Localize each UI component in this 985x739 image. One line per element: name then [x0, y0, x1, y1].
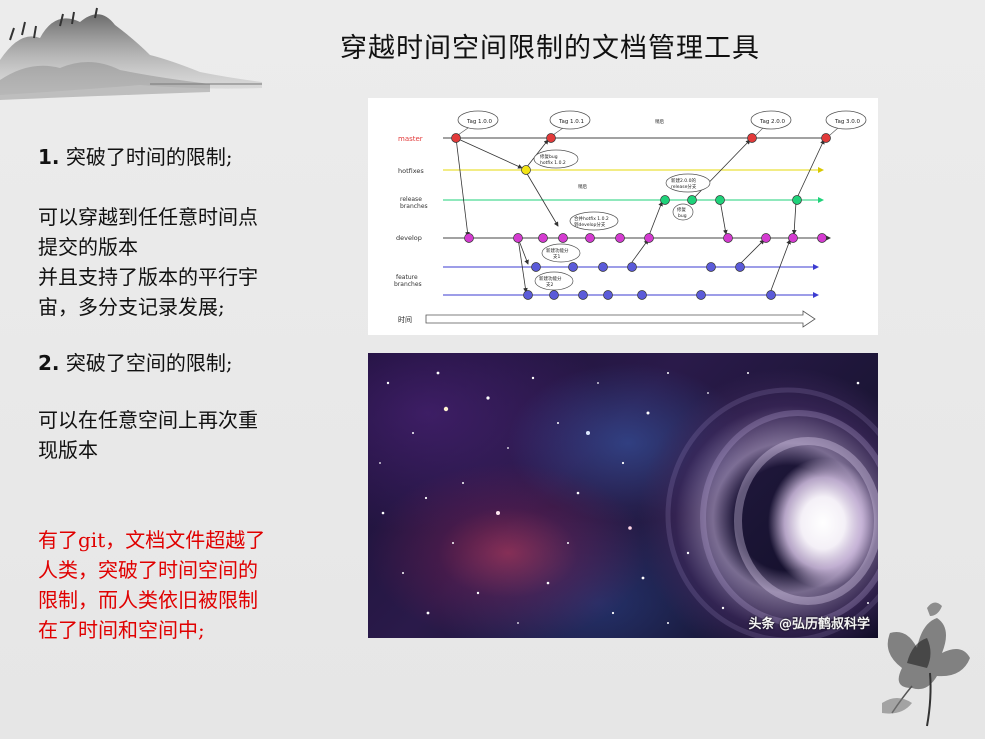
- branch-label-hotfixes: hotfixes: [398, 167, 424, 175]
- branch-label-feature: feature branches: [394, 274, 422, 288]
- ink-landscape-decoration: [0, 7, 262, 100]
- point1-line: 可以穿越到任任意时间点: [38, 205, 258, 229]
- git-flow-diagram: master hotfixes release branches develop …: [368, 98, 878, 335]
- point2-line: 现版本: [38, 438, 98, 462]
- point1-line: 宙，多分支记录发展;: [38, 295, 225, 319]
- image-watermark: 头条 @弘历鹤叔科学: [748, 617, 870, 632]
- note-bubbles: 修复bug hotfix 1.0.2 合并hotfix 1.0.2 到develop…: [533, 118, 711, 291]
- note-later: 稍后: [578, 183, 587, 190]
- slide: 穿越时间空间限制的文档管理工具 1. 突破了时间的限制; 可以穿越到任任意时间点…: [0, 0, 985, 739]
- red-note-line: 人类，突破了时间空间的: [38, 558, 258, 582]
- note-fix-bug: 修复 bug: [677, 206, 687, 219]
- point2-line: 可以在任意空间上再次重: [38, 408, 258, 432]
- branch-label-develop: develop: [396, 234, 422, 242]
- commit-nodes: [451, 133, 831, 300]
- git-flow-svg: master hotfixes release branches develop …: [394, 110, 867, 328]
- point2-heading: 2. 突破了空间的限制;: [38, 348, 328, 378]
- wormhole-rings: [665, 387, 878, 638]
- branch-label-master: master: [398, 135, 423, 143]
- point1-heading-text: 突破了时间的限制;: [59, 145, 233, 169]
- point1-body: 可以穿越到任任意时间点 提交的版本 并且支持了版本的平行宇 宙，多分支记录发展;: [38, 202, 328, 322]
- time-arrow: [425, 310, 816, 328]
- branch-label-release: release branches: [400, 196, 428, 210]
- starfield: [379, 371, 878, 638]
- tag-label: Tag 2.0.0: [759, 119, 786, 125]
- red-note-line: 在了时间和空间中;: [38, 618, 205, 642]
- point1-heading: 1. 突破了时间的限制;: [38, 142, 328, 172]
- tag-label: Tag 1.0.0: [466, 119, 493, 125]
- point2-body: 可以在任意空间上再次重 现版本: [38, 405, 328, 465]
- tag-label: Tag 3.0.0: [834, 119, 861, 125]
- wormhole-space-image: 头条 @弘历鹤叔科学: [368, 353, 878, 638]
- flow-connectors: [455, 137, 825, 294]
- page-title: 穿越时间空间限制的文档管理工具: [340, 33, 760, 64]
- red-note-line: 限制，而人类依旧被限制: [38, 588, 258, 612]
- stars: [379, 371, 869, 625]
- time-axis-label: 时间: [398, 315, 412, 324]
- point1-line: 并且支持了版本的平行宇: [38, 265, 258, 289]
- point1-line: 提交的版本: [38, 235, 138, 259]
- point1-number: 1.: [38, 145, 60, 169]
- note-release: 新建2.0.0的 release分支: [671, 177, 697, 190]
- point2-number: 2.: [38, 351, 60, 375]
- red-note-line: 有了git，文档文件超越了: [38, 528, 266, 552]
- point2-heading-text: 突破了空间的限制;: [59, 351, 233, 375]
- note-merge-hotfix: 合并hotfix 1.0.2 到develop分支: [574, 215, 609, 228]
- lotus-ink-decoration: [882, 602, 970, 727]
- tag-label: Tag 1.0.1: [558, 119, 584, 125]
- red-note: 有了git，文档文件超越了 人类，突破了时间空间的 限制，而人类依旧被限制 在了…: [38, 525, 328, 645]
- note-later: 稍后: [655, 118, 664, 125]
